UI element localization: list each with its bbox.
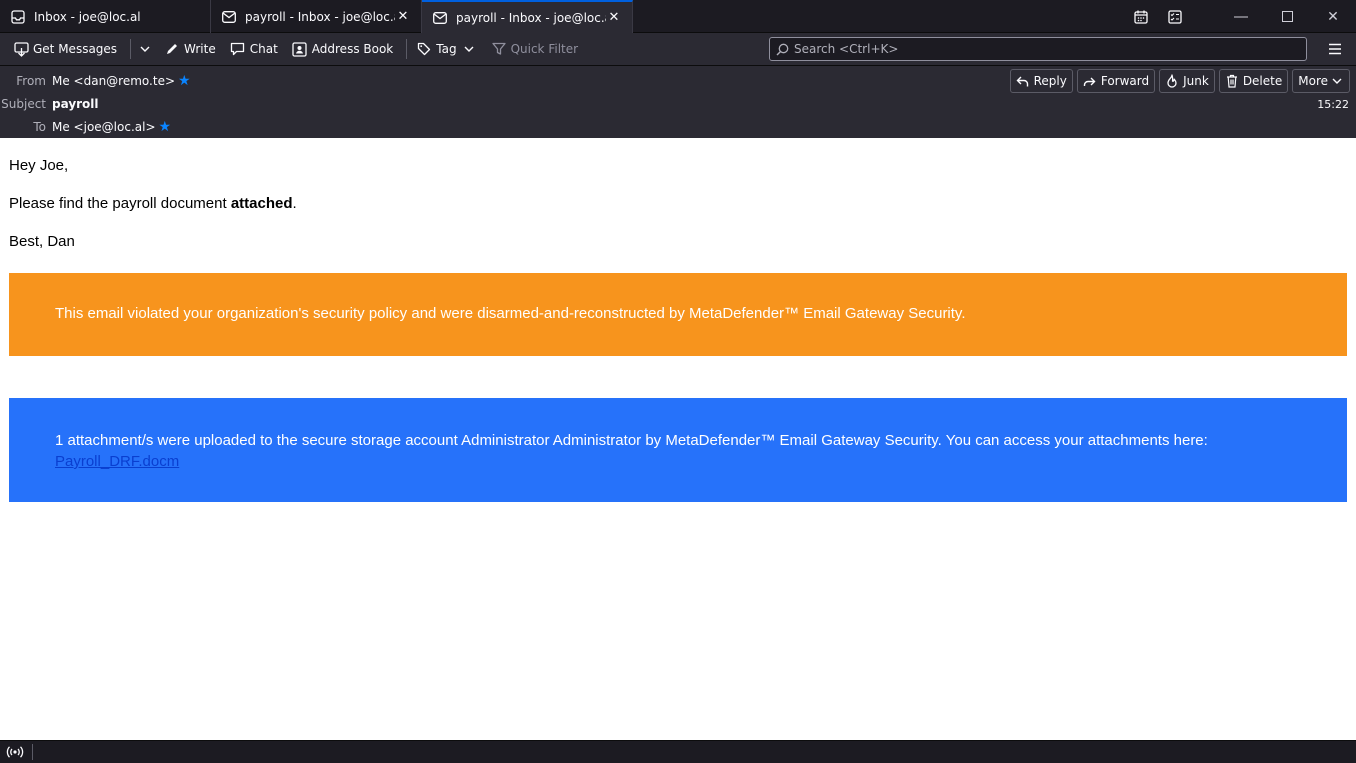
mail-icon [432, 10, 448, 26]
quick-filter-button[interactable]: Quick Filter [486, 36, 583, 62]
pencil-icon [164, 41, 180, 57]
close-icon[interactable]: ✕ [606, 10, 622, 26]
minimize-icon[interactable]: ― [1218, 0, 1264, 33]
more-button[interactable]: More [1292, 69, 1350, 93]
attachment-notice-banner: 1 attachment/s were uploaded to the secu… [9, 398, 1347, 502]
tab-payroll[interactable]: payroll - Inbox - joe@loc.al ✕ [211, 0, 422, 33]
chevron-down-icon [461, 41, 477, 57]
more-label: More [1298, 74, 1328, 88]
address-book-label: Address Book [311, 42, 394, 56]
tab-bar: Inbox - joe@loc.al payroll - Inbox - joe… [0, 0, 1356, 33]
junk-label: Junk [1183, 74, 1209, 88]
subject-row: Subject payroll [0, 97, 99, 111]
attachment-link[interactable]: Payroll_DRF.docm [55, 453, 179, 470]
inbox-icon [10, 9, 26, 25]
forward-label: Forward [1100, 74, 1150, 88]
get-messages-label: Get Messages [33, 42, 118, 56]
address-book-icon [292, 41, 308, 57]
search-input[interactable]: Search <Ctrl+K> [769, 37, 1307, 61]
forward-button[interactable]: Forward [1076, 69, 1156, 93]
to-label: To [33, 120, 46, 134]
tab-inbox[interactable]: Inbox - joe@loc.al [0, 0, 211, 33]
from-value[interactable]: Me <dan@remo.te> [52, 74, 175, 88]
delete-label: Delete [1242, 74, 1283, 88]
reply-icon [1016, 74, 1030, 88]
message-header: From Me <dan@remo.te> ★ Subject payroll … [0, 66, 1356, 138]
message-time: 15:22 [1317, 98, 1349, 111]
search-icon [776, 42, 790, 56]
trash-icon [1225, 74, 1239, 88]
close-icon[interactable]: ✕ [395, 9, 411, 25]
from-label: From [16, 74, 46, 88]
maximize-icon[interactable] [1264, 0, 1310, 33]
tag-icon [416, 41, 432, 57]
quick-filter-label: Quick Filter [510, 42, 579, 56]
tag-label: Tag [436, 42, 457, 56]
junk-button[interactable]: Junk [1159, 69, 1215, 93]
attachment-notice-text: 1 attachment/s were uploaded to the secu… [55, 432, 1208, 449]
greeting-text: Hey Joe, [9, 157, 69, 174]
star-icon[interactable]: ★ [159, 119, 172, 135]
attachment-notice: 1 attachment/s were uploaded to the secu… [55, 430, 1315, 472]
tab-label: Inbox - joe@loc.al [34, 9, 141, 24]
online-status-icon[interactable] [6, 743, 24, 761]
header-actions: Reply Forward Junk Delete More [1006, 69, 1350, 93]
address-book-button[interactable]: Address Book [287, 36, 398, 62]
flame-icon [1165, 74, 1179, 88]
body-line: Please find the payroll document attache… [9, 195, 297, 212]
chevron-down-icon [137, 41, 153, 57]
reply-button[interactable]: Reply [1009, 69, 1073, 93]
search-placeholder: Search <Ctrl+K> [794, 42, 899, 56]
forward-icon [1083, 74, 1097, 88]
menu-icon[interactable] [1326, 40, 1344, 58]
reply-label: Reply [1033, 74, 1067, 88]
tab-payroll-active[interactable]: payroll - Inbox - joe@loc.al ✕ [422, 0, 633, 33]
write-button[interactable]: Write [159, 36, 221, 62]
window-controls: ― ✕ [1124, 0, 1356, 33]
status-bar [0, 740, 1356, 763]
delete-button[interactable]: Delete [1218, 69, 1289, 93]
security-warning-banner: This email violated your organization's … [9, 273, 1347, 356]
chat-icon [230, 41, 246, 57]
tasks-icon[interactable] [1158, 0, 1192, 33]
bold-word: attached [230, 195, 293, 212]
to-value[interactable]: Me <joe@loc.al> [52, 120, 156, 134]
subject-label: Subject [1, 97, 46, 111]
chevron-down-icon [1330, 74, 1344, 88]
chat-label: Chat [249, 42, 278, 56]
from-row: From Me <dan@remo.te> ★ [0, 73, 191, 89]
close-window-icon[interactable]: ✕ [1310, 0, 1356, 33]
message-body: Hey Joe, Please find the payroll documen… [0, 138, 1356, 740]
mail-icon [221, 9, 237, 25]
download-icon [13, 41, 29, 57]
tab-label: payroll - Inbox - joe@loc.al [245, 9, 395, 24]
get-messages-button[interactable]: Get Messages [8, 36, 122, 62]
star-icon[interactable]: ★ [178, 73, 191, 89]
calendar-icon[interactable] [1124, 0, 1158, 33]
tag-button[interactable]: Tag [411, 36, 481, 62]
tab-label: payroll - Inbox - joe@loc.al [456, 10, 606, 25]
filter-icon [491, 41, 507, 57]
chat-button[interactable]: Chat [225, 36, 283, 62]
subject-value: payroll [52, 97, 99, 111]
get-messages-dropdown[interactable] [135, 36, 155, 62]
security-warning-text: This email violated your organization's … [55, 305, 966, 322]
to-row: To Me <joe@loc.al> ★ [0, 119, 171, 135]
signoff-text: Best, Dan [9, 233, 75, 250]
write-label: Write [184, 42, 216, 56]
